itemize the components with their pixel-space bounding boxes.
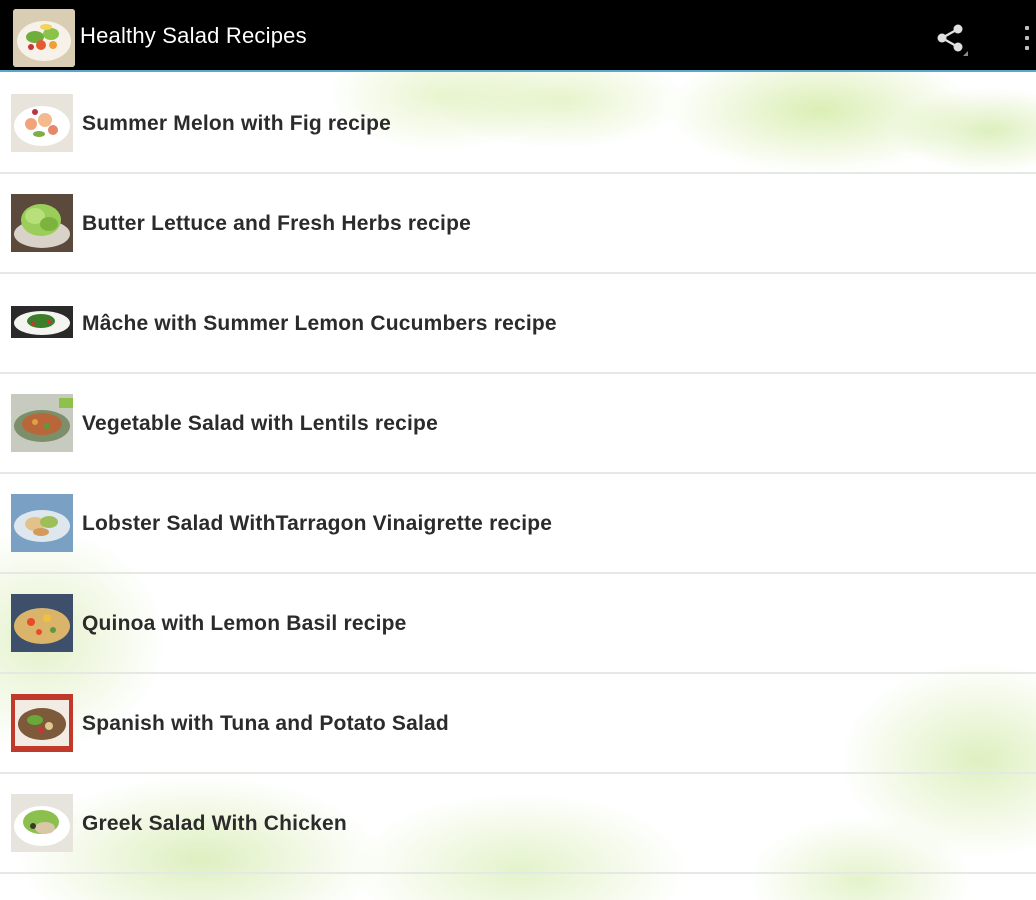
overflow-dot <box>1025 36 1029 40</box>
app-screen: Healthy Salad Recipes Summer Melon with … <box>0 0 1036 900</box>
recipe-list-item[interactable]: Summer Melon with Fig recipe <box>0 74 1036 174</box>
overflow-dot <box>1025 26 1029 30</box>
overflow-dot <box>1025 46 1029 50</box>
recipe-list-item[interactable]: Vegetable Salad with Lentils recipe <box>0 374 1036 474</box>
recipe-title: Summer Melon with Fig recipe <box>82 112 391 135</box>
recipe-title: Spanish with Tuna and Potato Salad <box>82 712 449 735</box>
recipe-title: Lobster Salad WithTarragon Vinaigrette r… <box>82 512 553 535</box>
recipe-title: Greek Salad With Chicken <box>82 812 347 835</box>
recipe-title: Vegetable Salad with Lentils recipe <box>82 412 438 435</box>
recipe-list-item[interactable]: Spanish with Tuna and Potato Salad <box>0 674 1036 774</box>
recipe-list-item[interactable]: Quinoa with Lemon Basil recipe <box>0 574 1036 674</box>
recipe-list: Summer Melon with Fig recipe Butter Lett… <box>0 74 1036 874</box>
recipe-title: Butter Lettuce and Fresh Herbs recipe <box>82 212 471 235</box>
recipe-thumbnail <box>11 294 73 352</box>
recipe-thumbnail <box>11 394 73 452</box>
recipe-thumbnail <box>11 594 73 652</box>
recipe-list-item[interactable]: Mâche with Summer Lemon Cucumbers recipe <box>0 274 1036 374</box>
recipe-thumbnail <box>11 494 73 552</box>
app-logo-icon[interactable] <box>13 9 75 67</box>
recipe-list-item[interactable]: Butter Lettuce and Fresh Herbs recipe <box>0 174 1036 274</box>
recipe-list-item[interactable]: Lobster Salad WithTarragon Vinaigrette r… <box>0 474 1036 574</box>
recipe-thumbnail <box>11 694 73 752</box>
overflow-menu-button[interactable] <box>1016 22 1036 56</box>
share-icon <box>937 24 968 56</box>
action-bar: Healthy Salad Recipes <box>0 0 1036 72</box>
recipe-thumbnail <box>11 794 73 852</box>
share-button[interactable] <box>928 18 976 58</box>
app-title: Healthy Salad Recipes <box>80 23 307 48</box>
recipe-title: Mâche with Summer Lemon Cucumbers recipe <box>82 312 557 335</box>
recipe-thumbnail <box>11 94 73 152</box>
recipe-thumbnail <box>11 194 73 252</box>
recipe-title: Quinoa with Lemon Basil recipe <box>82 612 407 635</box>
recipe-list-item[interactable]: Greek Salad With Chicken <box>0 774 1036 874</box>
